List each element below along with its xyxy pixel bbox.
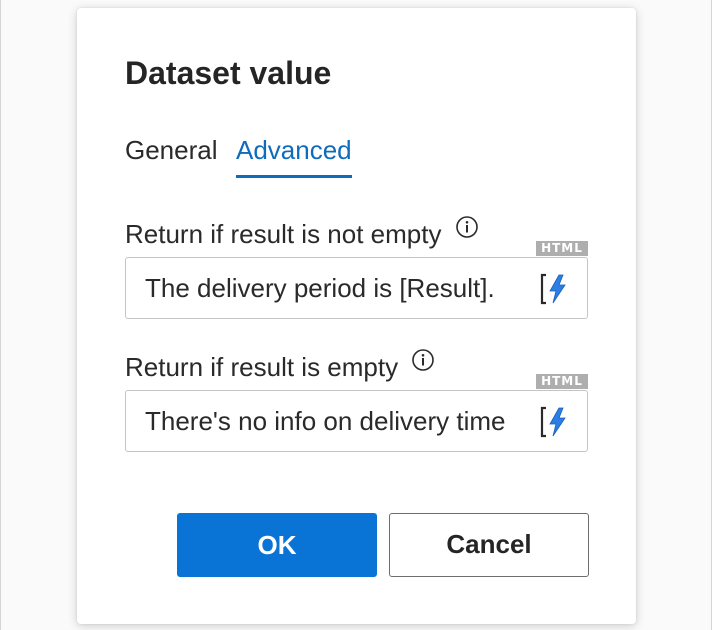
not-empty-return-input[interactable]: The delivery period is [Result]. (125, 257, 588, 319)
dataset-value-dialog: Dataset value General Advanced Return if… (77, 8, 636, 624)
info-icon[interactable] (455, 215, 479, 239)
input-value[interactable]: The delivery period is [Result]. (145, 258, 515, 318)
tab-advanced[interactable]: Advanced (236, 132, 352, 178)
ok-button[interactable]: OK (177, 513, 377, 577)
lightning-bracket-icon[interactable] (539, 405, 573, 439)
html-badge: HTML (536, 241, 588, 256)
lightning-bracket-icon[interactable] (539, 272, 573, 306)
dialog-title: Dataset value (125, 55, 332, 91)
html-badge: HTML (536, 374, 588, 389)
info-icon[interactable] (411, 348, 435, 372)
field-label-text: Return if result is not empty (125, 219, 442, 249)
tab-general[interactable]: General (125, 132, 218, 168)
input-value[interactable]: There's no info on delivery time (145, 391, 515, 451)
cancel-button[interactable]: Cancel (389, 513, 589, 577)
field-label-empty: Return if result is empty (125, 348, 435, 384)
field-label-not-empty: Return if result is not empty (125, 215, 479, 251)
field-label-text: Return if result is empty (125, 352, 399, 382)
empty-return-input[interactable]: There's no info on delivery time (125, 390, 588, 452)
